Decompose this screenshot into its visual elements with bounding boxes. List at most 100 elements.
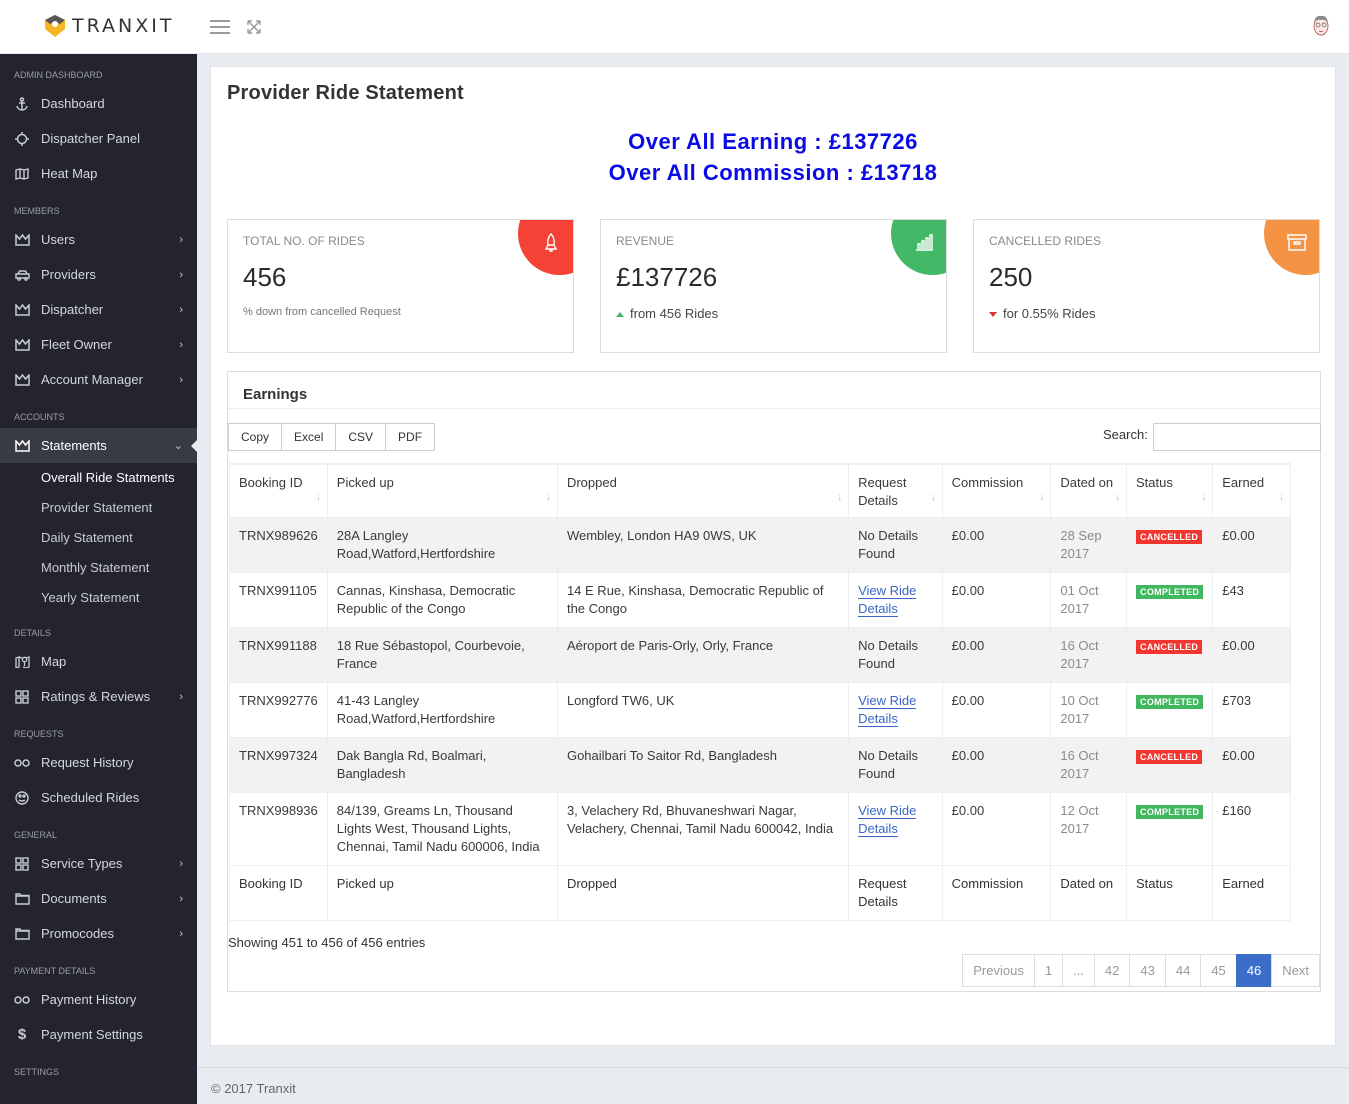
grid-icon [14,856,30,872]
status-badge: COMPLETED [1136,805,1204,819]
sidebar-subitem-monthly-statement[interactable]: Monthly Statement [0,553,197,583]
dated-on: 10 Oct 2017 [1050,682,1128,738]
sidebar-item-payment-settings[interactable]: $ Payment Settings [0,1017,197,1052]
sidebar-item-label: Providers [41,267,96,282]
page-button-46[interactable]: 46 [1235,954,1273,987]
column-header-commission[interactable]: Commission ↓ [941,463,1052,518]
page-footer: © 2017 Tranxit [197,1067,1349,1104]
brand-name: TRANXIT [72,15,175,37]
sidebar-subitem-yearly-statement[interactable]: Yearly Statement [0,583,197,613]
table-row: TRNX991188 18 Rue Sébastopol, Courbevoie,… [229,627,1291,683]
hamburger-icon[interactable] [210,20,230,34]
logo[interactable]: TRANXIT [44,14,174,38]
pickup-address: Dak Bangla Rd, Boalmari, Bangladesh [326,737,558,793]
commission: £0.00 [941,517,1052,573]
sidebar-item-providers[interactable]: Providers › [0,257,197,292]
trend-up-icon [616,312,624,318]
drop-address: Longford TW6, UK [556,682,850,738]
card-value: 456 [243,262,287,292]
sidebar-item-dispatcher-panel[interactable]: Dispatcher Panel [0,121,197,156]
earnings-panel: Earnings Copy Excel CSV PDF Search: Book… [227,371,1321,992]
pickup-address: 18 Rue Sébastopol, Courbevoie, France [326,627,558,683]
footer-status: Status [1126,865,1214,921]
sidebar-section-payment-details: PAYMENT DETAILS [14,966,96,976]
sidebar-item-label: Users [41,232,75,247]
column-header-status[interactable]: Status ↓ [1126,463,1214,518]
crown-icon [14,232,30,248]
sidebar-item-label: Statements [41,438,107,453]
view-ride-details-link[interactable]: View Ride Details [858,803,917,837]
sidebar-item-dispatcher[interactable]: Dispatcher › [0,292,197,327]
sidebar-item-ratings-reviews[interactable]: Ratings & Reviews › [0,679,197,714]
drop-address: Aéroport de Paris-Orly, Orly, France [556,627,850,683]
page-button-1[interactable]: 1 [1033,954,1064,987]
sort-icon: ↓ [1115,492,1121,503]
sidebar-item-heat-map[interactable]: Heat Map [0,156,197,191]
sidebar-item-promocodes[interactable]: Promocodes › [0,916,197,951]
footer-earned: Earned [1212,865,1291,921]
earned: £0.00 [1212,737,1291,793]
card-footer: % down from cancelled Request [243,306,401,318]
page-button-43[interactable]: 43 [1129,954,1166,987]
sidebar-item-service-types[interactable]: Service Types › [0,846,197,881]
column-header-picked-up[interactable]: Picked up ↓ [326,463,558,518]
page-title: Provider Ride Statement [227,82,464,104]
view-ride-details-link[interactable]: View Ride Details [858,583,917,617]
copy-button[interactable]: Copy [228,423,283,451]
sidebar-item-fleet-owner[interactable]: Fleet Owner › [0,327,197,362]
entries-info: Showing 451 to 456 of 456 entries [228,935,426,950]
page-ellipsis: ... [1062,954,1095,987]
table-row: TRNX997324 Dak Bangla Rd, Boalmari, Bangl… [229,737,1291,793]
column-header-dropped[interactable]: Dropped ↓ [556,463,850,518]
search-input[interactable] [1153,423,1321,451]
card-label: REVENUE [616,234,675,248]
card-footer: from 456 Rides [630,306,719,321]
earned: £0.00 [1212,517,1291,573]
column-header-booking-id[interactable]: Booking ID ↓ [229,463,328,518]
rocket-icon [544,233,558,252]
page-button-44[interactable]: 44 [1164,954,1202,987]
stat-card-cancelled-rides: CANCELLED RIDES 250 for 0.55% Rides [973,219,1320,353]
page-button-42[interactable]: 42 [1093,954,1131,987]
trend-down-icon [989,312,997,318]
request-details-cell: View Ride Details [848,682,943,738]
divider [228,408,1320,409]
grid-icon [14,689,30,705]
sidebar-item-payment-history[interactable]: Payment History [0,982,197,1017]
column-header-earned[interactable]: Earned ↓ [1212,463,1291,518]
sidebar-item-map[interactable]: Map [0,644,197,679]
view-ride-details-link[interactable]: View Ride Details [858,693,917,727]
excel-button[interactable]: Excel [281,423,337,451]
commission: £0.00 [941,627,1052,683]
table-row: TRNX989626 28A Langley Road,Watford,Hertf… [229,517,1291,573]
csv-button[interactable]: CSV [335,423,387,451]
fullscreen-icon[interactable] [246,19,262,35]
previous-page-button[interactable]: Previous [962,954,1035,987]
map-icon [14,166,30,182]
next-page-button[interactable]: Next [1271,954,1320,987]
sidebar-item-statements[interactable]: Statements ⌄ [0,428,197,463]
sidebar-item-documents[interactable]: Documents › [0,881,197,916]
sidebar-subitem-provider-statement[interactable]: Provider Statement [0,493,197,523]
sidebar-item-label: Payment Settings [41,1027,143,1042]
sidebar-item-label: Promocodes [41,926,114,941]
no-details-text: No Details Found [858,528,919,561]
column-header-request-details[interactable]: Request Details ↓ [848,463,943,518]
sidebar-item-dashboard[interactable]: Dashboard [0,86,197,121]
sidebar-subitem-daily-statement[interactable]: Daily Statement [0,523,197,553]
palette-icon [14,790,30,806]
sidebar-item-users[interactable]: Users › [0,222,197,257]
earned: £43 [1212,572,1291,628]
sidebar-item-account-manager[interactable]: Account Manager › [0,362,197,397]
sidebar-item-label: Documents [41,891,107,906]
sidebar-subitem-overall-ride-statements[interactable]: Overall Ride Statments [0,463,197,493]
sidebar-item-scheduled-rides[interactable]: Scheduled Rides [0,780,197,815]
bar-chart-icon [916,234,933,251]
column-header-dated-on[interactable]: Dated on ↓ [1050,463,1128,518]
sidebar-item-label: Dispatcher [41,302,104,317]
user-avatar[interactable] [1310,12,1332,40]
status-badge: CANCELLED [1136,530,1203,544]
page-button-45[interactable]: 45 [1200,954,1237,987]
pdf-button[interactable]: PDF [385,423,436,451]
sidebar-item-request-history[interactable]: Request History [0,745,197,780]
